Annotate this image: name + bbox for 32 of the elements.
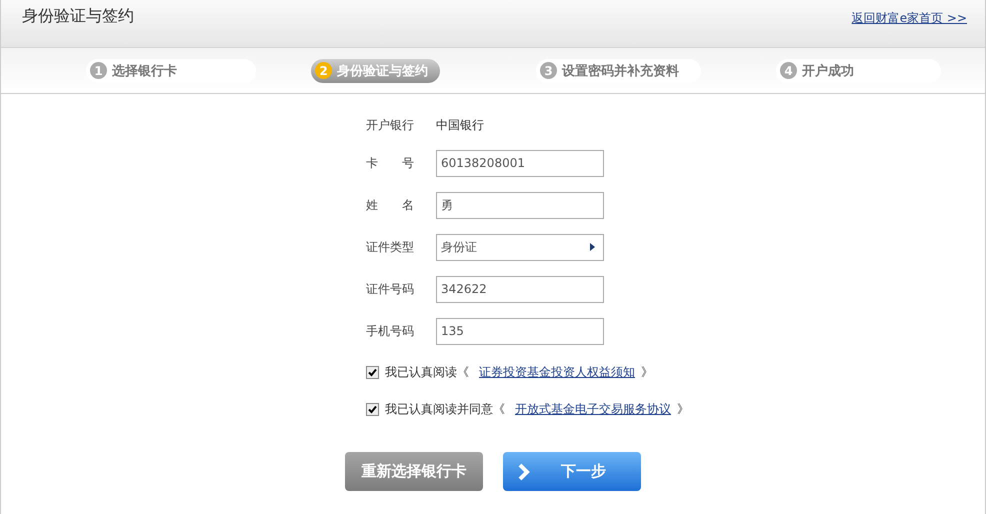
home-link[interactable]: 返回财富e家首页 >> — [852, 10, 967, 27]
step-number: 4 — [780, 62, 797, 79]
bracket-text: 》 — [677, 401, 689, 418]
dropdown-arrow-icon — [590, 243, 595, 251]
agreement-text: 我已认真阅读《 — [385, 364, 469, 381]
step-number: 3 — [540, 62, 557, 79]
bracket-text: 》 — [641, 364, 653, 381]
field-label: 证件号码 — [366, 280, 415, 298]
input-field[interactable]: 勇 — [436, 192, 604, 218]
select-field[interactable]: 身份证 — [436, 234, 604, 260]
agreement-link[interactable]: 开放式基金电子交易服务协议 — [515, 401, 671, 418]
field-label: 卡 号 — [366, 154, 415, 172]
input-field[interactable]: 60138208001 — [436, 150, 604, 176]
input-field[interactable]: 135 — [436, 318, 604, 344]
checkbox[interactable] — [366, 403, 379, 416]
agreement-link[interactable]: 证券投资基金投资人权益须知 — [479, 364, 635, 381]
checkbox[interactable] — [366, 366, 379, 379]
step-label: 身份验证与签约 — [337, 62, 428, 80]
input-field[interactable]: 342622 — [436, 276, 604, 302]
step-label: 选择银行卡 — [112, 62, 177, 80]
field-label: 姓 名 — [366, 196, 415, 214]
page-title: 身份验证与签约 — [22, 6, 134, 27]
field-label: 手机号码 — [366, 322, 415, 340]
field-value: 中国银行 — [436, 116, 484, 134]
step-label: 设置密码并补充资料 — [562, 62, 679, 80]
field-label: 证件类型 — [366, 238, 415, 256]
step-label: 开户成功 — [802, 62, 854, 80]
step-number: 1 — [90, 62, 107, 79]
chevron-right-icon — [517, 462, 531, 480]
agreement-text: 我已认真阅读并同意《 — [385, 401, 505, 418]
field-label: 开户银行 — [366, 116, 415, 134]
step-number: 2 — [315, 62, 332, 79]
